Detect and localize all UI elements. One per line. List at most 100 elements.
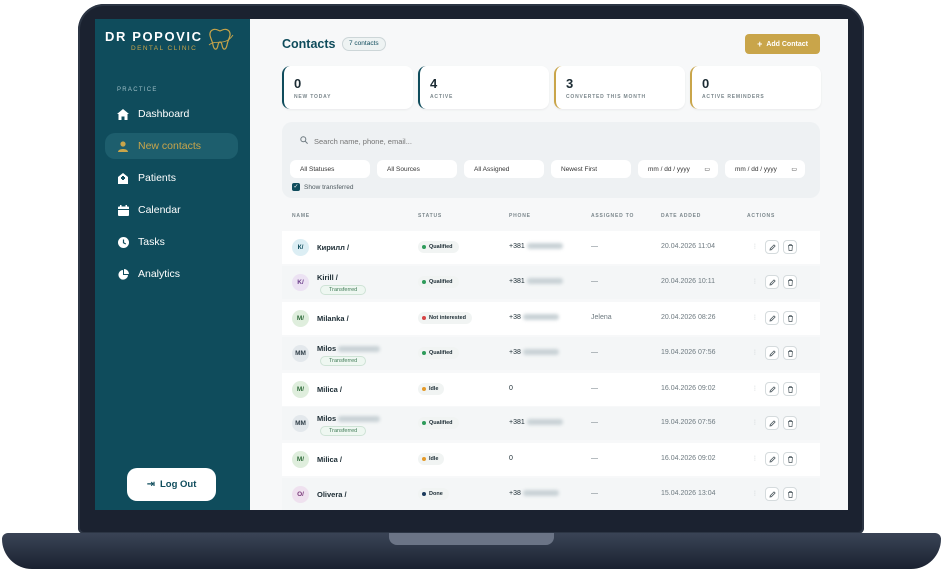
nav-item-analytics[interactable]: Analytics <box>105 261 238 287</box>
stat-card-reminders: 0 ACTIVE REMINDERS <box>690 66 821 109</box>
status-badge: Qualified <box>418 347 459 359</box>
phone-cell: +381 <box>509 243 563 250</box>
nav-item-calendar[interactable]: Calendar <box>105 197 238 223</box>
show-transferred-label: Show transferred <box>304 183 354 191</box>
edit-button[interactable] <box>765 416 779 430</box>
assigned-filter-select[interactable]: All Assigned <box>464 160 544 178</box>
status-badge: Idle <box>418 383 445 395</box>
column-header-status: STATUS <box>418 213 443 219</box>
table-row[interactable]: MM Milos Transferred Qualified +381 — 19.04.20… <box>282 407 820 440</box>
stat-card-active: 4 ACTIVE <box>418 66 549 109</box>
nav-item-new-contacts[interactable]: New contacts <box>105 133 238 159</box>
table-row[interactable]: M/Milanka / Not interested +38 Jelena 20.04.… <box>282 302 820 335</box>
status-dot <box>422 421 426 425</box>
contact-name[interactable]: Кирилл / <box>317 243 349 252</box>
logout-button[interactable]: ⇥ Log Out <box>127 468 216 501</box>
show-transferred-checkbox[interactable]: ✓ Show transferred <box>292 183 354 191</box>
lock-icon: ⋮ <box>752 386 758 392</box>
avatar: К/ <box>292 239 309 256</box>
nav-item-dashboard[interactable]: Dashboard <box>105 101 238 127</box>
status-dot <box>422 245 426 249</box>
trash-icon <box>787 243 793 251</box>
delete-button[interactable] <box>783 487 797 501</box>
date-from-input[interactable]: mm / dd / yyyy ▭ <box>638 160 718 178</box>
contact-name[interactable]: Kirill / <box>317 273 338 282</box>
edit-button[interactable] <box>765 311 779 325</box>
column-header-name: NAME <box>292 213 310 219</box>
table-header: NAME STATUS PHONE ASSIGNED TO DATE ADDED… <box>282 209 820 223</box>
table-row[interactable]: К/Кирилл / Qualified +381 — 20.04.2026 11:04… <box>282 231 820 264</box>
contact-count-badge: 7 contacts <box>342 37 386 51</box>
assigned-cell: — <box>591 490 598 497</box>
table-row[interactable]: M/Milica / Idle 0 — 16.04.2026 09:02 ⋮ <box>282 373 820 406</box>
add-contact-button[interactable]: + Add Contact <box>745 34 820 54</box>
main-content: Contacts 7 contacts + Add Contact 0 NEW … <box>250 19 848 510</box>
home-icon <box>117 108 129 120</box>
lock-icon: ⋮ <box>752 491 758 497</box>
status-label: Qualified <box>429 279 453 285</box>
contact-name[interactable]: Milica / <box>317 385 342 394</box>
redacted-surname <box>338 416 381 423</box>
avatar: O/ <box>292 486 309 503</box>
status-dot <box>422 387 426 391</box>
status-dot <box>422 280 426 284</box>
clock-icon <box>117 236 129 248</box>
trash-icon <box>787 314 793 322</box>
delete-button[interactable] <box>783 346 797 360</box>
edit-button[interactable] <box>765 452 779 466</box>
stat-label: ACTIVE <box>430 94 454 100</box>
avatar: M/ <box>292 451 309 468</box>
lock-icon: ⋮ <box>752 315 758 321</box>
delete-button[interactable] <box>783 416 797 430</box>
pencil-icon <box>768 419 776 427</box>
nav-section-label: PRACTICE <box>117 87 158 93</box>
status-label: Qualified <box>429 244 453 250</box>
delete-button[interactable] <box>783 382 797 396</box>
edit-button[interactable] <box>765 240 779 254</box>
transferred-tag: Transferred <box>320 426 367 436</box>
table-row[interactable]: M/Milica / Idle 0 — 16.04.2026 09:02 ⋮ <box>282 443 820 476</box>
table-row[interactable]: O/Olivera / Done +38 — 15.04.2026 13:04 ⋮ <box>282 478 820 510</box>
table-row[interactable]: MM Milos Transferred Qualified +38 — 19.04.202… <box>282 337 820 370</box>
search-input[interactable] <box>314 136 714 146</box>
contact-name[interactable]: Milica / <box>317 455 342 464</box>
date-to-input[interactable]: mm / dd / yyyy ▭ <box>725 160 805 178</box>
search-bar <box>290 131 812 151</box>
nav-item-tasks[interactable]: Tasks <box>105 229 238 255</box>
delete-button[interactable] <box>783 275 797 289</box>
assigned-cell: — <box>591 419 598 426</box>
edit-button[interactable] <box>765 346 779 360</box>
contact-name[interactable]: Milanka / <box>317 314 349 323</box>
contact-name[interactable]: Milos <box>317 414 381 423</box>
stat-label: ACTIVE REMINDERS <box>702 94 765 100</box>
laptop-notch <box>389 533 554 545</box>
user-icon <box>117 140 129 152</box>
sort-select[interactable]: Newest First <box>551 160 631 178</box>
redacted-phone <box>526 278 563 285</box>
nav-item-patients[interactable]: Patients <box>105 165 238 191</box>
pencil-icon <box>768 455 776 463</box>
edit-button[interactable] <box>765 275 779 289</box>
edit-button[interactable] <box>765 487 779 501</box>
lock-icon: ⋮ <box>752 420 758 426</box>
pencil-icon <box>768 314 776 322</box>
delete-button[interactable] <box>783 311 797 325</box>
brand-title: DR POPOVIC <box>105 29 203 44</box>
status-label: Qualified <box>429 350 453 356</box>
redacted-phone <box>522 490 559 497</box>
contact-name[interactable]: Olivera / <box>317 490 347 499</box>
checkmark-icon: ✓ <box>292 183 300 191</box>
avatar: M/ <box>292 381 309 398</box>
column-header-phone: PHONE <box>509 213 531 219</box>
stat-card-converted: 3 CONVERTED THIS MONTH <box>554 66 685 109</box>
contact-name[interactable]: Milos <box>317 344 381 353</box>
source-filter-select[interactable]: All Sources <box>377 160 457 178</box>
status-label: Qualified <box>429 420 453 426</box>
avatar: MM <box>292 415 309 432</box>
table-row[interactable]: K/Kirill / Transferred Qualified +381 — 20.04… <box>282 266 820 299</box>
tooth-logo-icon <box>208 28 234 50</box>
delete-button[interactable] <box>783 240 797 254</box>
delete-button[interactable] <box>783 452 797 466</box>
status-filter-select[interactable]: All Statuses <box>290 160 370 178</box>
edit-button[interactable] <box>765 382 779 396</box>
